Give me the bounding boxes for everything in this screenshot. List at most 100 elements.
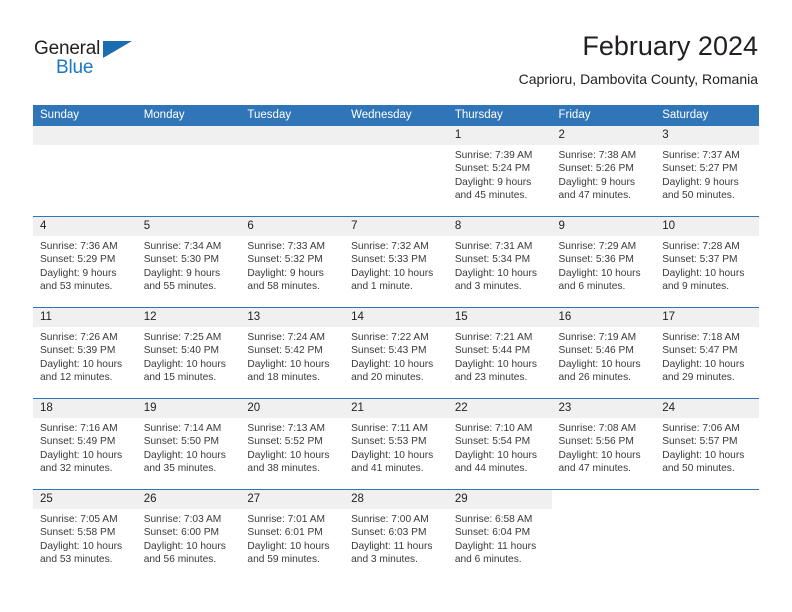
day-number: 28: [344, 490, 448, 509]
day-number: [240, 126, 345, 145]
day-cell[interactable]: 13 Sunrise: 7:24 AM Sunset: 5:42 PM Dayl…: [240, 307, 345, 399]
day-number: 13: [240, 308, 345, 327]
day-number: 7: [344, 217, 448, 236]
sunrise-text: Sunrise: 7:19 AM: [558, 332, 637, 343]
sunset-text: Sunset: 5:54 PM: [454, 436, 531, 448]
day-details: Sunrise: 7:26 AM Sunset: 5:39 PM Dayligh…: [33, 327, 137, 385]
day-details: Sunrise: 7:24 AM Sunset: 5:42 PM Dayligh…: [240, 327, 344, 385]
sunrise-text: Sunrise: 7:36 AM: [40, 241, 118, 252]
sunset-text: Sunset: 5:42 PM: [247, 345, 323, 357]
day-details: Sunrise: 7:14 AM Sunset: 5:50 PM Dayligh…: [137, 418, 241, 476]
title-block: February 2024 Caprioru, Dambovita County…: [519, 30, 758, 89]
sunrise-text: Sunrise: 7:26 AM: [40, 332, 118, 343]
sunset-text: Sunset: 5:52 PM: [247, 436, 323, 448]
sunset-text: Sunset: 6:03 PM: [351, 527, 427, 539]
day-cell[interactable]: 27 Sunrise: 7:01 AM Sunset: 6:01 PM Dayl…: [240, 489, 345, 580]
sunrise-text: Sunrise: 7:16 AM: [40, 423, 118, 434]
day-number: 9: [551, 217, 656, 236]
daylight-text: Daylight: 11 hours and 6 minutes.: [454, 540, 537, 566]
sunrise-text: Sunrise: 7:38 AM: [558, 150, 637, 161]
sunset-text: Sunset: 5:49 PM: [40, 436, 116, 448]
day-cell[interactable]: 2 Sunrise: 7:38 AM Sunset: 5:26 PM Dayli…: [551, 126, 656, 217]
day-cell[interactable]: 7 Sunrise: 7:32 AM Sunset: 5:33 PM Dayli…: [344, 216, 448, 308]
day-details: [137, 145, 241, 149]
sunrise-text: Sunrise: 7:34 AM: [143, 241, 222, 252]
day-details: Sunrise: 7:34 AM Sunset: 5:30 PM Dayligh…: [137, 236, 241, 294]
day-number: 24: [655, 399, 759, 418]
sunset-text: Sunset: 6:04 PM: [454, 527, 531, 539]
day-details: Sunrise: 7:03 AM Sunset: 6:00 PM Dayligh…: [137, 509, 241, 567]
day-number: 14: [344, 308, 448, 327]
day-number: [33, 126, 137, 145]
day-details: Sunrise: 7:22 AM Sunset: 5:43 PM Dayligh…: [344, 327, 448, 385]
day-details: Sunrise: 7:19 AM Sunset: 5:46 PM Dayligh…: [552, 327, 656, 385]
day-details: [552, 509, 656, 513]
day-cell[interactable]: 16 Sunrise: 7:19 AM Sunset: 5:46 PM Dayl…: [551, 307, 656, 399]
day-details: Sunrise: 7:06 AM Sunset: 5:57 PM Dayligh…: [655, 418, 759, 476]
day-cell[interactable]: 23 Sunrise: 7:08 AM Sunset: 5:56 PM Dayl…: [551, 398, 656, 490]
day-number: [655, 490, 759, 509]
day-number: 21: [344, 399, 448, 418]
daylight-text: Daylight: 9 hours and 50 minutes.: [662, 176, 739, 202]
day-number: 26: [136, 490, 241, 509]
day-cell[interactable]: 17 Sunrise: 7:18 AM Sunset: 5:47 PM Dayl…: [655, 307, 759, 399]
day-cell[interactable]: 24 Sunrise: 7:06 AM Sunset: 5:57 PM Dayl…: [655, 398, 759, 490]
day-cell[interactable]: 28 Sunrise: 7:00 AM Sunset: 6:03 PM Dayl…: [344, 489, 448, 580]
day-details: Sunrise: 7:01 AM Sunset: 6:01 PM Dayligh…: [240, 509, 344, 567]
day-number: 11: [33, 308, 137, 327]
sunrise-text: Sunrise: 7:33 AM: [247, 241, 325, 252]
sunrise-text: Sunrise: 7:18 AM: [662, 332, 740, 343]
sunset-text: Sunset: 5:50 PM: [143, 436, 220, 448]
day-cell: [655, 489, 759, 580]
day-cell[interactable]: 14 Sunrise: 7:22 AM Sunset: 5:43 PM Dayl…: [344, 307, 448, 399]
daylight-text: Daylight: 10 hours and 32 minutes.: [40, 449, 123, 475]
day-cell[interactable]: 6 Sunrise: 7:33 AM Sunset: 5:32 PM Dayli…: [240, 216, 345, 308]
day-cell[interactable]: 4 Sunrise: 7:36 AM Sunset: 5:29 PM Dayli…: [33, 216, 137, 308]
daylight-text: Daylight: 9 hours and 53 minutes.: [40, 267, 117, 293]
sunrise-text: Sunrise: 7:08 AM: [558, 423, 637, 434]
sunrise-text: Sunrise: 7:03 AM: [143, 514, 222, 525]
day-cell[interactable]: 3 Sunrise: 7:37 AM Sunset: 5:27 PM Dayli…: [655, 126, 759, 217]
sunset-text: Sunset: 5:43 PM: [351, 345, 427, 357]
day-number: 3: [655, 126, 759, 145]
day-cell[interactable]: 19 Sunrise: 7:14 AM Sunset: 5:50 PM Dayl…: [136, 398, 241, 490]
sunrise-text: Sunrise: 7:39 AM: [454, 150, 533, 161]
day-cell[interactable]: 21 Sunrise: 7:11 AM Sunset: 5:53 PM Dayl…: [344, 398, 448, 490]
weekday-header-friday: Friday: [551, 105, 656, 126]
day-cell[interactable]: 9 Sunrise: 7:29 AM Sunset: 5:36 PM Dayli…: [551, 216, 656, 308]
sunset-text: Sunset: 5:47 PM: [662, 345, 738, 357]
calendar-week-row: 18 Sunrise: 7:16 AM Sunset: 5:49 PM Dayl…: [33, 398, 759, 490]
daylight-text: Daylight: 10 hours and 47 minutes.: [558, 449, 641, 475]
day-cell[interactable]: 15 Sunrise: 7:21 AM Sunset: 5:44 PM Dayl…: [447, 307, 552, 399]
daylight-text: Daylight: 9 hours and 47 minutes.: [558, 176, 635, 202]
day-number: 18: [33, 399, 137, 418]
sunrise-text: Sunrise: 7:21 AM: [454, 332, 533, 343]
daylight-text: Daylight: 10 hours and 1 minute.: [351, 267, 434, 293]
weekday-header-monday: Monday: [136, 105, 241, 126]
day-number: 17: [655, 308, 759, 327]
sunset-text: Sunset: 6:00 PM: [143, 527, 220, 539]
day-cell: [33, 126, 137, 217]
day-cell[interactable]: 5 Sunrise: 7:34 AM Sunset: 5:30 PM Dayli…: [136, 216, 241, 308]
day-cell[interactable]: 29 Sunrise: 6:58 AM Sunset: 6:04 PM Dayl…: [447, 489, 552, 580]
day-cell[interactable]: 26 Sunrise: 7:03 AM Sunset: 6:00 PM Dayl…: [136, 489, 241, 580]
day-cell[interactable]: 8 Sunrise: 7:31 AM Sunset: 5:34 PM Dayli…: [447, 216, 552, 308]
day-details: Sunrise: 7:00 AM Sunset: 6:03 PM Dayligh…: [344, 509, 448, 567]
day-cell[interactable]: 10 Sunrise: 7:28 AM Sunset: 5:37 PM Dayl…: [655, 216, 759, 308]
calendar-week-row: 25 Sunrise: 7:05 AM Sunset: 5:58 PM Dayl…: [33, 489, 759, 580]
day-cell[interactable]: 20 Sunrise: 7:13 AM Sunset: 5:52 PM Dayl…: [240, 398, 345, 490]
day-details: Sunrise: 7:25 AM Sunset: 5:40 PM Dayligh…: [137, 327, 241, 385]
sunset-text: Sunset: 5:29 PM: [40, 254, 116, 266]
day-cell[interactable]: 1 Sunrise: 7:39 AM Sunset: 5:24 PM Dayli…: [447, 126, 552, 217]
day-cell[interactable]: 18 Sunrise: 7:16 AM Sunset: 5:49 PM Dayl…: [33, 398, 137, 490]
day-details: Sunrise: 7:28 AM Sunset: 5:37 PM Dayligh…: [655, 236, 759, 294]
day-cell[interactable]: 12 Sunrise: 7:25 AM Sunset: 5:40 PM Dayl…: [136, 307, 241, 399]
weekday-header-sunday: Sunday: [33, 105, 137, 126]
day-cell[interactable]: 11 Sunrise: 7:26 AM Sunset: 5:39 PM Dayl…: [33, 307, 137, 399]
day-cell[interactable]: 22 Sunrise: 7:10 AM Sunset: 5:54 PM Dayl…: [447, 398, 552, 490]
weekday-header-tuesday: Tuesday: [240, 105, 345, 126]
daylight-text: Daylight: 10 hours and 26 minutes.: [558, 358, 641, 384]
day-cell[interactable]: 25 Sunrise: 7:05 AM Sunset: 5:58 PM Dayl…: [33, 489, 137, 580]
daylight-text: Daylight: 10 hours and 41 minutes.: [351, 449, 434, 475]
day-details: Sunrise: 7:39 AM Sunset: 5:24 PM Dayligh…: [448, 145, 552, 203]
